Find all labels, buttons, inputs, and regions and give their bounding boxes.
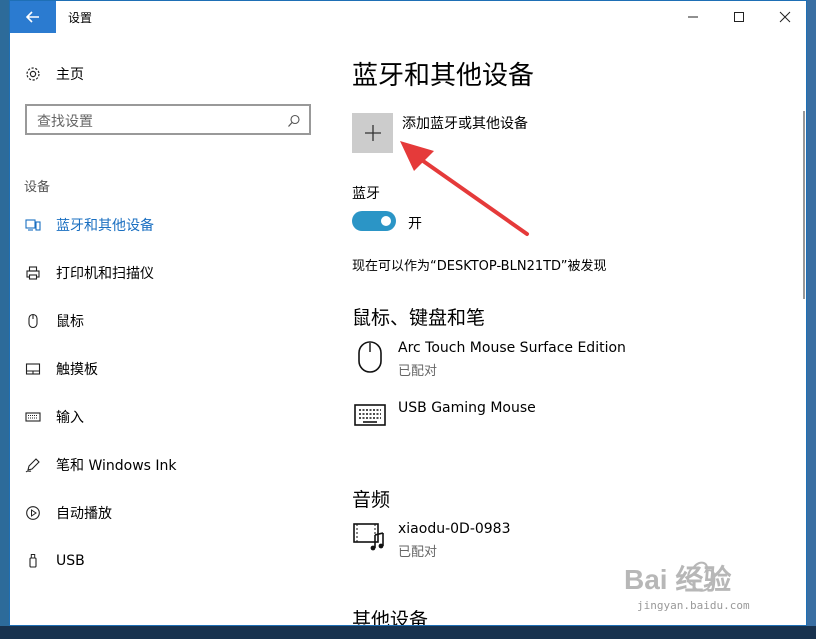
sidebar-item-typing[interactable]: 输入	[24, 405, 84, 429]
close-icon	[779, 11, 791, 23]
page-title: 蓝牙和其他设备	[352, 61, 535, 91]
printer-icon	[24, 264, 42, 282]
desktop-taskbar-strip	[0, 626, 816, 639]
back-button[interactable]	[10, 1, 56, 33]
mouse-icon	[24, 312, 42, 330]
desktop-edge-right	[807, 0, 816, 639]
sidebar-item-label: 输入	[56, 410, 84, 426]
sidebar-home-label: 主页	[56, 67, 84, 83]
maximize-button[interactable]	[716, 1, 762, 33]
bluetooth-toggle[interactable]	[352, 211, 396, 231]
minimize-icon	[688, 16, 698, 18]
baidu-watermark: Bai 经验 jingyan.baidu.com	[606, 557, 786, 621]
sidebar-item-pen[interactable]: 笔和 Windows Ink	[24, 453, 177, 477]
usb-icon	[24, 552, 42, 570]
toggle-knob	[381, 216, 391, 226]
title-bar: 设置	[10, 1, 806, 33]
watermark-brand: Bai 经验	[624, 563, 731, 595]
add-device-label[interactable]: 添加蓝牙或其他设备	[402, 113, 528, 133]
sidebar-item-touchpad[interactable]: 触摸板	[24, 357, 98, 381]
keyboard-icon	[24, 408, 42, 426]
sidebar-home[interactable]: 主页	[24, 62, 84, 86]
plus-icon	[364, 125, 381, 141]
bluetooth-devices-icon	[24, 216, 42, 234]
search-placeholder: 查找设置	[37, 114, 93, 130]
sidebar-item-autoplay[interactable]: 自动播放	[24, 501, 112, 525]
bluetooth-state-label: 开	[408, 216, 422, 232]
audio-device-icon	[352, 519, 388, 555]
autoplay-icon	[24, 504, 42, 522]
keyboard-icon	[352, 397, 388, 433]
sidebar-item-label: 蓝牙和其他设备	[56, 218, 154, 234]
sidebar-item-label: 自动播放	[56, 506, 112, 522]
sidebar-item-bluetooth[interactable]: 蓝牙和其他设备	[24, 213, 154, 237]
sidebar-item-label: USB	[56, 553, 85, 569]
device-name[interactable]: Arc Touch Mouse Surface Edition	[398, 340, 626, 356]
maximize-icon	[734, 12, 744, 22]
scrollbar[interactable]	[803, 111, 805, 299]
close-button[interactable]	[762, 1, 806, 33]
sidebar-item-label: 鼠标	[56, 314, 84, 330]
main-content: 蓝牙和其他设备 添加蓝牙或其他设备 蓝牙 开 现在可以作为“DESKTOP-BL…	[352, 33, 792, 626]
device-name[interactable]: USB Gaming Mouse	[398, 400, 536, 416]
sidebar-item-mouse[interactable]: 鼠标	[24, 309, 84, 333]
watermark-url: jingyan.baidu.com	[637, 599, 750, 612]
back-arrow-icon	[26, 11, 39, 23]
device-status: 已配对	[398, 545, 438, 560]
audio-heading: 音频	[352, 489, 391, 511]
add-device-button[interactable]	[352, 113, 393, 153]
other-devices-heading: 其他设备	[352, 609, 429, 626]
sidebar-item-label: 触摸板	[56, 362, 98, 378]
device-name[interactable]: xiaodu-0D-0983	[398, 521, 511, 537]
bluetooth-heading: 蓝牙	[352, 186, 380, 202]
sidebar-item-printers[interactable]: 打印机和扫描仪	[24, 261, 154, 285]
search-input[interactable]: 查找设置	[25, 104, 311, 135]
settings-window: 设置 主页 查找设置 设备 蓝牙和其他设备 打印机和扫描仪 鼠标 触摸板 输入 …	[9, 0, 807, 626]
sidebar-item-usb[interactable]: USB	[24, 549, 85, 573]
mouse-keyboard-pen-heading: 鼠标、键盘和笔	[352, 307, 486, 329]
discoverable-text: 现在可以作为“DESKTOP-BLN21TD”被发现	[352, 259, 607, 274]
sidebar-item-label: 打印机和扫描仪	[56, 266, 154, 282]
touchpad-icon	[24, 360, 42, 378]
mouse-icon	[352, 339, 388, 375]
sidebar-item-label: 笔和 Windows Ink	[56, 458, 177, 474]
sidebar: 主页 查找设置 设备 蓝牙和其他设备 打印机和扫描仪 鼠标 触摸板 输入 笔和 …	[10, 33, 330, 625]
device-status: 已配对	[398, 364, 438, 379]
sidebar-section-devices: 设备	[24, 180, 51, 195]
desktop-edge-left	[0, 0, 9, 639]
gear-icon	[24, 65, 42, 83]
minimize-button[interactable]	[670, 1, 716, 33]
search-icon	[287, 113, 301, 132]
pen-icon	[24, 456, 42, 474]
window-title: 设置	[68, 11, 93, 25]
